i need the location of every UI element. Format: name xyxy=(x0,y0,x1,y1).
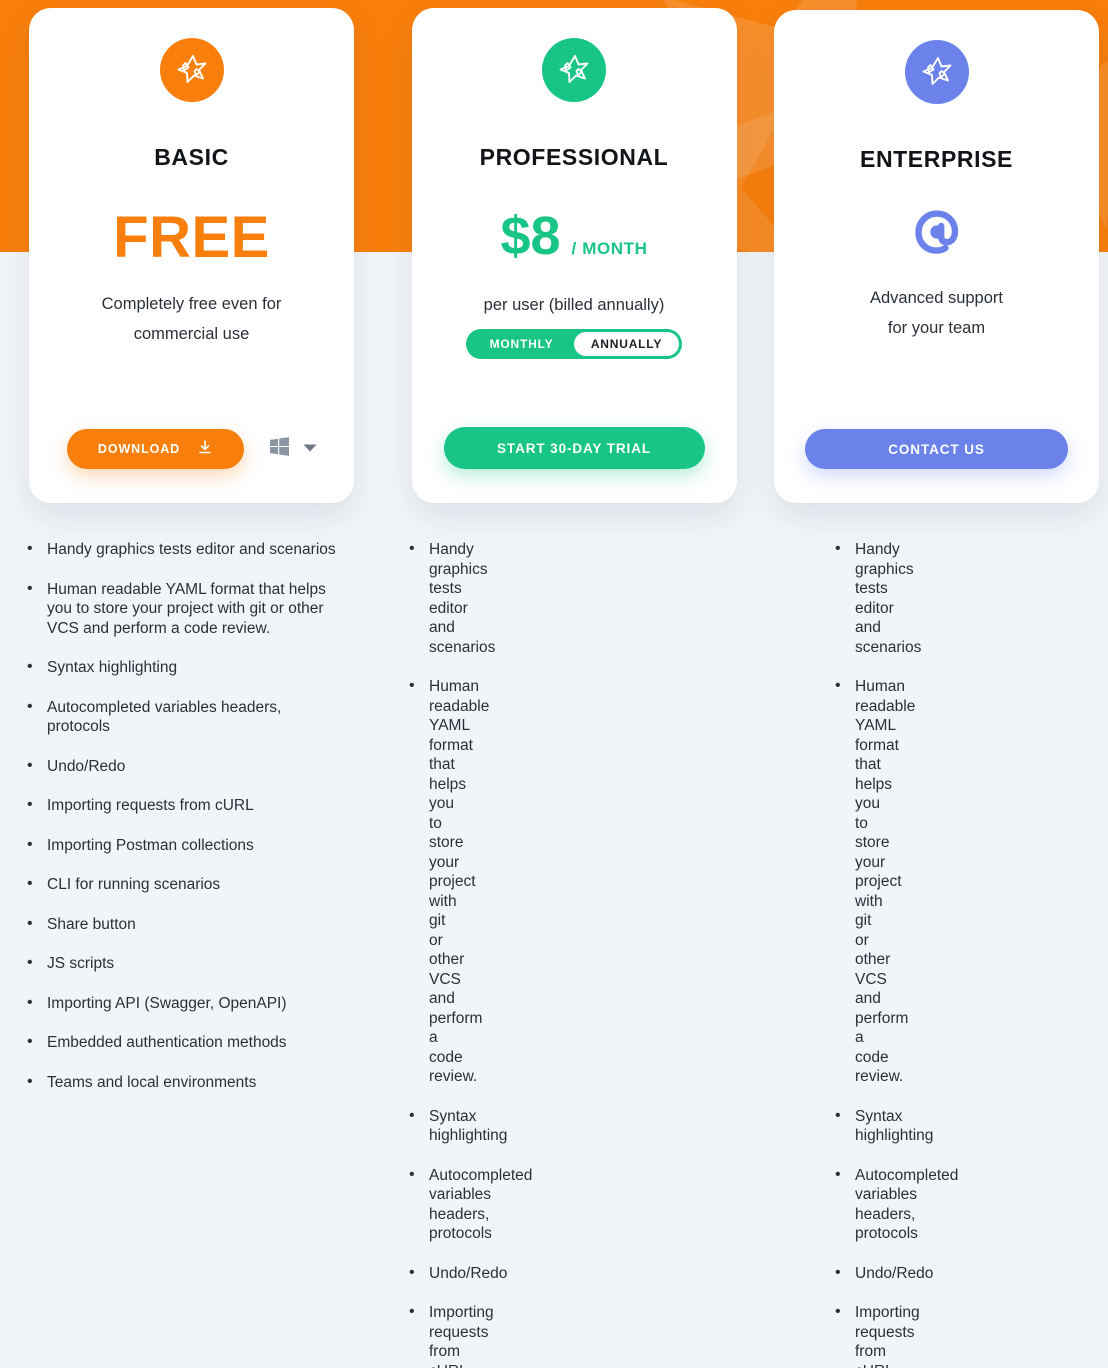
plan-name-basic: BASIC xyxy=(154,144,229,170)
feature-item: Syntax highlighting xyxy=(832,1106,933,1146)
os-selector[interactable] xyxy=(269,437,317,461)
plan-name-enterprise: ENTERPRISE xyxy=(860,146,1013,172)
download-icon xyxy=(198,440,212,458)
billing-period-toggle[interactable]: MONTHLY ANNUALLY xyxy=(466,329,682,359)
download-button[interactable]: DOWNLOAD xyxy=(66,429,244,469)
star-burst-icon xyxy=(904,40,969,104)
star-burst-icon xyxy=(159,38,224,102)
feature-item: Autocompleted variables headers, protoco… xyxy=(832,1165,958,1244)
card-slot-enterprise: ENTERPRISE Advanced support for your tea… xyxy=(765,0,1108,503)
feature-item: Undo/Redo xyxy=(832,1263,933,1284)
star-burst-icon xyxy=(542,38,606,102)
start-trial-button[interactable]: START 30-DAY TRIAL xyxy=(443,427,705,469)
at-sign-icon xyxy=(910,205,964,264)
cta-area-enterprise: CONTACT US xyxy=(774,429,1099,469)
pricing-card-professional[interactable]: PROFESSIONAL $8 / MONTH per user (billed… xyxy=(411,8,737,503)
pricing-card-basic[interactable]: BASIC FREE Completely free even for comm… xyxy=(29,8,354,503)
pricing-card-enterprise[interactable]: ENTERPRISE Advanced support for your tea… xyxy=(774,10,1099,503)
download-button-label: DOWNLOAD xyxy=(97,442,181,456)
plan-name-professional: PROFESSIONAL xyxy=(479,144,669,170)
billing-option-annually[interactable]: ANNUALLY xyxy=(574,332,679,356)
feature-item: Importing requests from cURL xyxy=(832,1302,920,1368)
contact-us-button[interactable]: CONTACT US xyxy=(805,429,1068,469)
feature-lists: Handy graphics tests editor and scenario… xyxy=(0,539,1108,1368)
feature-item: Human readable YAML format that helps yo… xyxy=(832,676,915,1087)
feature-item: Handy graphics tests editor and scenario… xyxy=(832,539,921,657)
price-period-professional: / MONTH xyxy=(571,239,648,258)
plan-description-line2: for your team xyxy=(887,319,986,337)
billing-option-monthly[interactable]: MONTHLY xyxy=(469,332,574,356)
cta-area-basic: DOWNLOAD xyxy=(29,429,354,469)
pricing-page: BASIC FREE Completely free even for comm… xyxy=(0,0,1108,1368)
plan-description-professional: per user (billed annually) xyxy=(483,296,665,314)
plan-description-basic: Completely free even for commercial use xyxy=(101,295,282,343)
plan-description-line1: Advanced support xyxy=(869,289,1003,307)
price-value-professional: $8 xyxy=(500,206,561,266)
card-slot-basic: BASIC FREE Completely free even for comm… xyxy=(0,0,383,503)
price-row-basic: FREE xyxy=(113,209,270,271)
chevron-down-icon xyxy=(303,440,317,458)
price-row-professional: $8 / MONTH xyxy=(500,209,647,271)
plan-description-enterprise: Advanced support for your team xyxy=(870,283,1003,343)
price-value-basic: FREE xyxy=(113,205,270,270)
price-row-enterprise xyxy=(910,203,964,265)
card-slot-professional: PROFESSIONAL $8 / MONTH per user (billed… xyxy=(383,0,765,503)
cta-area-professional: START 30-DAY TRIAL xyxy=(412,427,737,469)
feature-column-enterprise: Handy graphics tests editor and scenario… xyxy=(44,539,958,1368)
windows-icon xyxy=(269,437,289,461)
pricing-cards: BASIC FREE Completely free even for comm… xyxy=(0,0,1108,503)
